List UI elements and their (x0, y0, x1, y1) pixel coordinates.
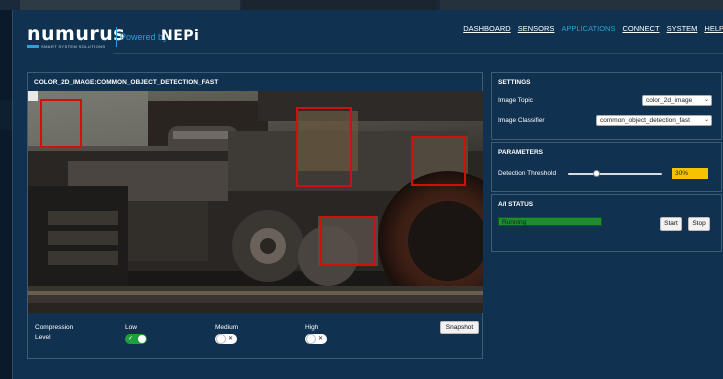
parameters-title: PARAMETERS (498, 149, 544, 156)
detection-box-2 (296, 107, 352, 187)
detection-box-1 (40, 99, 82, 148)
logo-tagline-text: SMART SYSTEM SOLUTIONS (41, 44, 106, 49)
toggle-knob (216, 334, 226, 344)
main-nav: DASHBOARD SENSORS APPLICATIONS CONNECT S… (463, 24, 723, 33)
train-bogie-image (28, 91, 483, 313)
nav-dashboard[interactable]: DASHBOARD (463, 24, 511, 33)
x-icon: ✕ (228, 336, 234, 342)
nav-sensors[interactable]: SENSORS (518, 24, 555, 33)
desktop-background-fragment (0, 100, 12, 130)
threshold-value-box[interactable]: 30% (672, 168, 708, 179)
compression-label: Compression (35, 324, 74, 331)
settings-title: SETTINGS (498, 79, 531, 86)
header-divider (113, 53, 723, 54)
toggle-medium[interactable]: ✕ (215, 334, 237, 344)
check-icon: ✓ (128, 336, 134, 342)
nav-help[interactable]: HELP (704, 24, 723, 33)
toggle-knob (306, 334, 316, 344)
level-low-label: Low (125, 324, 137, 331)
numurus-logo: numurus (27, 23, 126, 45)
image-classifier-value: common_object_detection_fast (600, 117, 690, 124)
nepi-app-window: numurus SMART SYSTEM SOLUTIONS Powered b… (12, 10, 723, 379)
start-button[interactable]: Start (660, 217, 682, 231)
image-classifier-select[interactable]: common_object_detection_fast ⌄ (596, 115, 712, 126)
snapshot-button[interactable]: Snapshot (440, 321, 479, 334)
toggle-low[interactable]: ✓ (125, 334, 147, 344)
ai-status-title: A/I STATUS (498, 201, 534, 208)
image-panel-title: COLOR_2D_IMAGE:COMMON_OBJECT_DETECTION_F… (34, 79, 219, 86)
threshold-slider-track[interactable] (568, 173, 662, 175)
app-header: numurus SMART SYSTEM SOLUTIONS Powered b… (13, 10, 723, 54)
image-topic-label: Image Topic (498, 97, 533, 104)
nepi-logo: NEPi (161, 28, 200, 44)
image-topic-value: color_2d_image (646, 97, 693, 104)
ai-status-indicator: Running (498, 217, 602, 226)
settings-panel: SETTINGS Image Topic color_2d_image ⌄ Im… (491, 72, 722, 140)
level-medium-label: Medium (215, 324, 239, 331)
detection-box-4 (320, 216, 376, 266)
threshold-slider-thumb[interactable] (592, 170, 600, 177)
camera-image (28, 91, 483, 313)
chevron-down-icon: ⌄ (703, 97, 709, 103)
nav-applications[interactable]: APPLICATIONS (561, 24, 615, 33)
logo-divider (116, 27, 117, 47)
stop-button[interactable]: Stop (688, 217, 710, 231)
desktop-background-strip (0, 0, 723, 10)
image-classifier-label: Image Classifier (498, 117, 545, 124)
image-viewer-panel: COLOR_2D_IMAGE:COMMON_OBJECT_DETECTION_F… (27, 72, 483, 359)
compression-controls: Compression Level Low ✓ Medium ✕ High ✕ … (28, 317, 483, 357)
nav-connect[interactable]: CONNECT (622, 24, 659, 33)
nav-system[interactable]: SYSTEM (667, 24, 698, 33)
toggle-knob (138, 335, 146, 343)
x-icon: ✕ (318, 336, 324, 342)
tagline-bar-icon (27, 45, 39, 49)
chevron-down-icon: ⌄ (703, 117, 709, 123)
level-high-label: High (305, 324, 319, 331)
compression-level-label: Level (35, 334, 51, 341)
ai-status-panel: A/I STATUS Running Start Stop (491, 194, 722, 252)
logo-tagline: SMART SYSTEM SOLUTIONS (27, 44, 105, 49)
toggle-high[interactable]: ✕ (305, 334, 327, 344)
detection-box-3 (411, 136, 466, 186)
detection-threshold-label: Detection Threshold (498, 170, 557, 177)
parameters-panel: PARAMETERS Detection Threshold 30% (491, 142, 722, 192)
image-topic-select[interactable]: color_2d_image ⌄ (642, 95, 712, 106)
